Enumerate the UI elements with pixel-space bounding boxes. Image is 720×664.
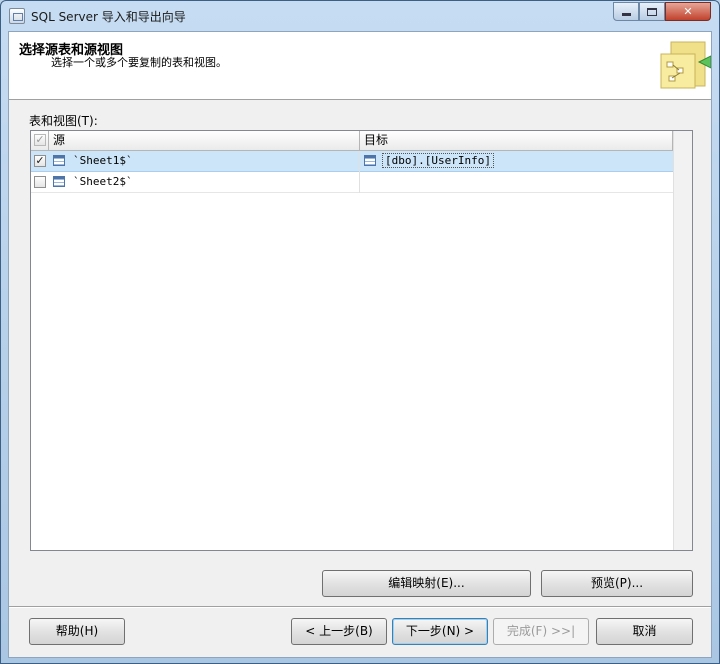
target-cell-sheet1[interactable]: [dbo].[UserInfo] [360, 151, 673, 172]
wizard-header: 选择源表和源视图 选择一个或多个要复制的表和视图。 [9, 32, 711, 100]
target-value: [dbo].[UserInfo] [382, 153, 494, 168]
close-button[interactable]: ✕ [665, 2, 711, 21]
cancel-button[interactable]: 取消 [596, 618, 693, 645]
edit-mappings-button[interactable]: 编辑映射(E)... [322, 570, 531, 597]
help-button[interactable]: 帮助(H) [29, 618, 125, 645]
select-all-checkbox[interactable]: ✓ [34, 134, 46, 146]
table-row-sheet1[interactable]: ✓ `Sheet1$` [dbo].[UserInfo] [31, 151, 673, 172]
maximize-button[interactable] [639, 2, 665, 21]
minimize-icon [621, 13, 631, 16]
source-column-header[interactable]: 源 [49, 131, 360, 150]
footer-separator [9, 606, 711, 608]
back-button[interactable]: < 上一步(B) [291, 618, 387, 645]
source-cell-sheet1[interactable]: `Sheet1$` [49, 151, 360, 172]
next-button[interactable]: 下一步(N) > [392, 618, 488, 645]
wizard-client: 选择源表和源视图 选择一个或多个要复制的表和视图。 表和视图(T): ✓ 源 目… [8, 31, 712, 658]
target-column-header[interactable]: 目标 [360, 131, 673, 150]
close-icon: ✕ [683, 5, 693, 18]
table-row-sheet2[interactable]: `Sheet2$` [31, 172, 673, 193]
target-cell-sheet2[interactable] [360, 172, 673, 193]
window-title: SQL Server 导入和导出向导 [31, 10, 186, 24]
app-icon [9, 8, 25, 24]
finish-button: 完成(F) >>| [493, 618, 589, 645]
row-checkbox-sheet2[interactable] [34, 176, 46, 188]
grid-vertical-scrollbar[interactable] [673, 131, 692, 550]
tables-grid[interactable]: ✓ 源 目标 ✓ `Sheet1$` [dbo].[UserInfo] `She… [30, 130, 693, 551]
grid-header: ✓ 源 目标 [31, 131, 673, 151]
title-bar[interactable]: SQL Server 导入和导出向导 ✕ [1, 1, 719, 29]
select-all-header-cell: ✓ [31, 131, 49, 150]
tables-and-views-label: 表和视图(T): [29, 114, 98, 128]
source-cell-sheet2[interactable]: `Sheet2$` [49, 172, 360, 193]
maximize-icon [647, 7, 657, 16]
wizard-header-icon [660, 41, 711, 89]
wizard-window: SQL Server 导入和导出向导 ✕ 选择源表和源视图 选择一个或多个要复制… [0, 0, 720, 664]
preview-button[interactable]: 预览(P)... [541, 570, 693, 597]
row-checkbox-sheet1[interactable]: ✓ [34, 155, 46, 167]
checkmark-icon: ✓ [35, 154, 45, 167]
minimize-button[interactable] [613, 2, 639, 21]
page-subtitle: 选择一个或多个要复制的表和视图。 [51, 56, 227, 69]
